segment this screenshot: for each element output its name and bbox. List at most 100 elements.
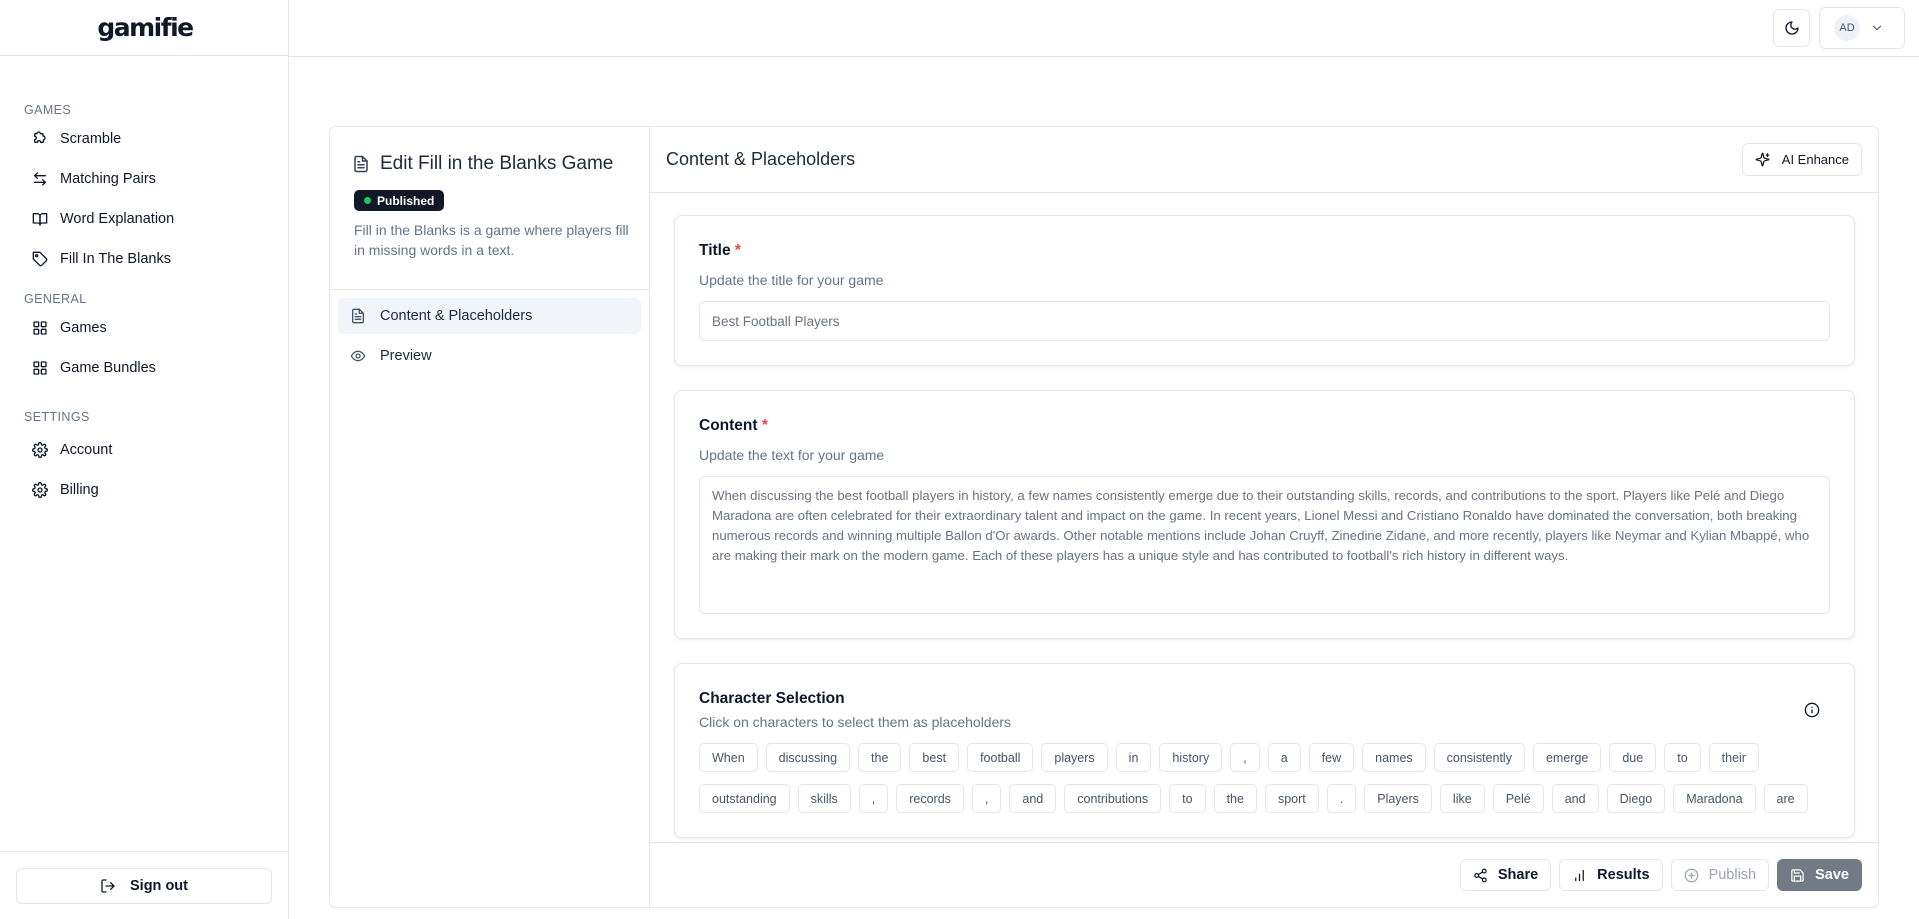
logout-icon xyxy=(101,878,115,893)
token-chip[interactable]: the xyxy=(1213,784,1257,813)
token-chip[interactable]: , xyxy=(1230,743,1260,772)
sidebar-item-label: Matching Pairs xyxy=(60,171,156,187)
token-chip[interactable]: few xyxy=(1308,743,1355,772)
required-marker: * xyxy=(734,242,741,259)
token-chip[interactable]: Diego xyxy=(1606,784,1666,813)
token-chip[interactable]: like xyxy=(1439,784,1485,813)
info-icon[interactable] xyxy=(1804,702,1820,718)
title-label-text: Title xyxy=(699,242,731,259)
sidebar-item-scramble[interactable]: Scramble xyxy=(16,119,272,159)
page-title: Edit Fill in the Blanks Game xyxy=(352,153,625,175)
sidebar-footer: Sign out xyxy=(0,851,288,919)
token-chip[interactable]: Pelé xyxy=(1492,784,1544,813)
save-label: Save xyxy=(1815,867,1849,883)
token-chip[interactable]: players xyxy=(1041,743,1108,772)
sidebar-item-game-bundles[interactable]: Game Bundles xyxy=(16,348,272,388)
sparkles-icon xyxy=(1755,152,1770,167)
token-chip[interactable]: and xyxy=(1009,784,1057,813)
logo-bar: gamifie xyxy=(0,0,288,56)
grid-icon xyxy=(33,361,47,375)
token-chip[interactable]: Maradona xyxy=(1673,784,1756,813)
sidebar-item-billing[interactable]: Billing xyxy=(16,470,272,510)
token-chip[interactable]: the xyxy=(858,743,902,772)
content-panel-header: Content & Placeholders AI Enhance xyxy=(650,127,1878,193)
sidebar-item-matching-pairs[interactable]: Matching Pairs xyxy=(16,159,272,199)
token-chip[interactable]: contributions xyxy=(1064,784,1162,813)
save-button[interactable]: Save xyxy=(1777,859,1862,891)
nav-heading-general: GENERAL xyxy=(24,292,87,306)
token-chip[interactable]: names xyxy=(1362,743,1426,772)
publish-button[interactable]: Publish xyxy=(1670,859,1770,891)
tag-icon xyxy=(32,251,48,267)
token-chip[interactable]: due xyxy=(1609,743,1657,772)
token-chip[interactable]: emerge xyxy=(1532,743,1602,772)
share-label: Share xyxy=(1497,867,1539,883)
sidebar: gamifie GAMES Scramble Matching Pairs Wo… xyxy=(0,0,289,919)
token-chip[interactable]: . xyxy=(1326,784,1357,813)
nav-section-settings: SETTINGS Account Billing xyxy=(0,410,288,510)
content-section: Content * Update the text for your game … xyxy=(674,390,1855,639)
token-chip[interactable]: a xyxy=(1267,743,1301,772)
sidebar-item-fill-in-the-blanks[interactable]: Fill In The Blanks xyxy=(16,239,272,279)
sidebar-item-label: Game Bundles xyxy=(60,360,156,376)
tab-label: Preview xyxy=(380,348,432,364)
token-chip[interactable]: When xyxy=(699,743,758,772)
chevron-down-icon xyxy=(1872,25,1882,31)
status-dot xyxy=(364,197,371,204)
token-chip[interactable]: discussing xyxy=(765,743,851,772)
tab-content-placeholders[interactable]: Content & Placeholders xyxy=(338,298,641,334)
tab-preview[interactable]: Preview xyxy=(338,338,641,374)
token-chip[interactable]: skills xyxy=(797,784,851,813)
save-icon xyxy=(1791,868,1804,882)
sidebar-item-label: Games xyxy=(60,320,107,336)
content-textarea[interactable]: When discussing the best football player… xyxy=(699,476,1830,614)
sign-out-button[interactable]: Sign out xyxy=(16,867,272,904)
share-button[interactable]: Share xyxy=(1459,859,1552,891)
results-button[interactable]: Results xyxy=(1559,859,1663,891)
editor-header: Edit Fill in the Blanks Game Published F… xyxy=(330,127,649,290)
token-chip[interactable]: to xyxy=(1169,784,1206,813)
token-chip[interactable]: sport xyxy=(1264,784,1319,813)
token-chip[interactable]: their xyxy=(1708,743,1759,772)
eye-icon xyxy=(350,350,366,362)
character-selection-help: Click on characters to select them as pl… xyxy=(699,714,1012,730)
token-chip[interactable]: football xyxy=(967,743,1034,772)
token-chip[interactable]: , xyxy=(858,784,889,813)
token-chip[interactable]: consistently xyxy=(1433,743,1525,772)
tab-label: Content & Placeholders xyxy=(380,308,533,324)
token-chip[interactable]: Players xyxy=(1364,784,1432,813)
required-marker: * xyxy=(761,417,768,434)
token-chip[interactable]: in xyxy=(1115,743,1152,772)
token-chip[interactable]: and xyxy=(1551,784,1599,813)
token-chip[interactable]: history xyxy=(1159,743,1223,772)
token-chip[interactable]: outstanding xyxy=(699,784,790,813)
nav-section-general: GENERAL Games Game Bundles xyxy=(0,292,288,388)
plus-circle-icon xyxy=(1684,868,1698,882)
bar-chart-icon xyxy=(1575,869,1585,881)
token-chip[interactable]: to xyxy=(1664,743,1701,772)
ai-enhance-button[interactable]: AI Enhance xyxy=(1741,143,1862,176)
document-icon xyxy=(352,308,364,324)
gear-icon xyxy=(32,482,48,498)
gear-icon xyxy=(32,442,48,458)
puzzle-icon xyxy=(34,131,46,143)
nav-heading-settings: SETTINGS xyxy=(24,410,90,424)
theme-toggle-button[interactable] xyxy=(1773,9,1810,47)
token-chip[interactable]: are xyxy=(1763,784,1808,813)
title-label: Title * xyxy=(699,242,1830,260)
sidebar-item-account[interactable]: Account xyxy=(16,430,272,470)
sidebar-item-word-explanation[interactable]: Word Explanation xyxy=(16,199,272,239)
sidebar-item-games[interactable]: Games xyxy=(16,308,272,348)
grid-icon xyxy=(33,321,47,335)
arrows-swap-icon xyxy=(34,172,46,186)
brand-logo[interactable]: gamifie xyxy=(97,13,194,42)
top-bar xyxy=(289,0,1919,57)
user-menu-button[interactable]: AD xyxy=(1819,7,1905,49)
token-chip[interactable]: , xyxy=(971,784,1002,813)
token-chip[interactable]: best xyxy=(909,743,960,772)
token-chip[interactable]: records xyxy=(896,784,964,813)
sidebar-item-label: Scramble xyxy=(60,131,122,147)
content-scroll-area[interactable]: Title * Update the title for your game B… xyxy=(650,193,1878,842)
title-input[interactable]: Best Football Players xyxy=(699,301,1830,341)
sidebar-item-label: Account xyxy=(60,442,113,458)
